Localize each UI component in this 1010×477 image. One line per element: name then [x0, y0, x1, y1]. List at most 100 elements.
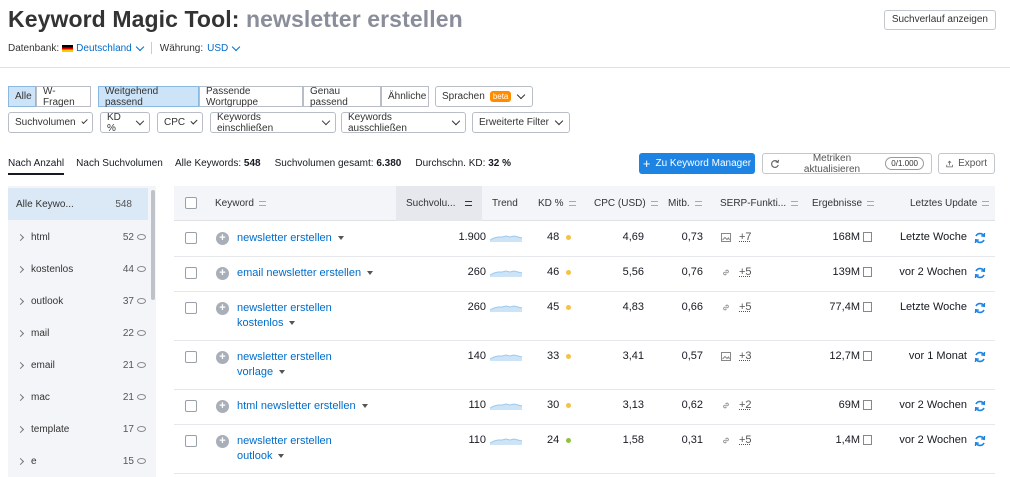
eye-icon[interactable] — [137, 426, 146, 432]
sidebar-item-count: 37 — [122, 295, 134, 307]
serp-snapshot-icon[interactable] — [863, 400, 872, 411]
serp-snapshot-icon[interactable] — [863, 351, 872, 362]
cpc-filter-dropdown[interactable]: CPC — [157, 112, 203, 133]
tab-by-volume[interactable]: Nach Suchvolumen — [76, 158, 163, 175]
keyword-cell: email newsletter erstellen — [237, 266, 374, 281]
serp-features-count[interactable]: +2 — [739, 399, 752, 411]
serp-features-count[interactable]: +7 — [739, 231, 752, 243]
row-checkbox[interactable] — [185, 400, 197, 412]
sidebar-item-mac[interactable]: mac 21 — [8, 381, 148, 413]
currency-selector[interactable]: USD — [207, 42, 241, 54]
keyword-link[interactable]: email newsletter erstellen — [237, 267, 361, 279]
sidebar-item-html[interactable]: html 52 — [8, 221, 148, 253]
serp-snapshot-icon[interactable] — [863, 435, 872, 446]
serp-snapshot-icon[interactable] — [863, 302, 872, 313]
row-checkbox[interactable] — [185, 435, 197, 447]
match-related-button[interactable]: Ähnliche — [381, 86, 429, 107]
eye-icon[interactable] — [137, 362, 146, 368]
keyword-link[interactable]: newsletter erstellen — [237, 351, 332, 363]
filter-questions-button[interactable]: W-Fragen — [36, 86, 91, 108]
refresh-icon[interactable] — [974, 267, 986, 279]
advanced-filters-dropdown[interactable]: Erweiterte Filter — [472, 112, 570, 133]
row-checkbox[interactable] — [185, 302, 197, 314]
eye-icon[interactable] — [137, 394, 146, 400]
sidebar-item-all[interactable]: Alle Keywo... 548 — [8, 188, 148, 220]
eye-icon[interactable] — [137, 458, 146, 464]
column-kd[interactable]: KD % — [538, 186, 576, 221]
eye-icon[interactable] — [137, 234, 146, 240]
exclude-keywords-dropdown[interactable]: Keywords ausschließen — [341, 112, 466, 134]
sidebar-item-e[interactable]: e 15 — [8, 445, 148, 477]
include-keywords-dropdown[interactable]: Keywords einschließen — [210, 112, 336, 134]
add-keyword-icon[interactable]: + — [216, 435, 229, 448]
competition-cell: 0,76 — [681, 266, 703, 278]
refresh-icon[interactable] — [974, 351, 986, 363]
sidebar-scrollbar[interactable] — [151, 190, 155, 300]
refresh-icon[interactable] — [974, 302, 986, 314]
serp-snapshot-icon[interactable] — [863, 232, 872, 243]
serp-features-count[interactable]: +5 — [739, 301, 752, 313]
chevron-down-icon[interactable] — [289, 321, 296, 326]
chevron-down-icon[interactable] — [337, 236, 344, 241]
keyword-link-line2[interactable]: outlook — [237, 450, 272, 462]
match-exact-button[interactable]: Genau passend — [303, 86, 381, 108]
column-competition[interactable]: Mitb. — [668, 186, 702, 221]
add-keyword-icon[interactable]: + — [216, 267, 229, 280]
export-button[interactable]: Export — [938, 153, 995, 174]
header-divider — [0, 67, 1010, 68]
column-keyword[interactable]: Keyword — [215, 186, 266, 221]
add-keyword-icon[interactable]: + — [216, 351, 229, 364]
column-last-update[interactable]: Letztes Update — [910, 186, 990, 221]
refresh-icon[interactable] — [974, 400, 986, 412]
chevron-down-icon[interactable] — [279, 370, 286, 375]
row-checkbox[interactable] — [185, 351, 197, 363]
column-serp-features[interactable]: SERP-Funkti... — [720, 186, 799, 221]
keyword-link[interactable]: newsletter erstellen — [237, 435, 332, 447]
eye-icon[interactable] — [137, 298, 146, 304]
chevron-down-icon[interactable] — [361, 404, 368, 409]
kd-filter-dropdown[interactable]: KD % — [100, 112, 150, 134]
column-cpc[interactable]: CPC (USD) — [594, 186, 658, 221]
sidebar-item-email[interactable]: email 21 — [8, 349, 148, 381]
serp-features-count[interactable]: +5 — [739, 434, 752, 446]
volume-filter-dropdown[interactable]: Suchvolumen — [8, 112, 93, 133]
refresh-icon[interactable] — [974, 435, 986, 447]
keyword-link[interactable]: html newsletter erstellen — [237, 400, 356, 412]
eye-icon[interactable] — [137, 330, 146, 336]
sidebar-item-mail[interactable]: mail 22 — [8, 317, 148, 349]
tab-by-count[interactable]: Nach Anzahl — [8, 158, 65, 175]
serp-features-count[interactable]: +3 — [739, 350, 752, 362]
sidebar-item-label: outlook — [31, 295, 64, 307]
search-history-button[interactable]: Suchverlauf anzeigen — [883, 10, 996, 30]
volume-cell: 140 — [467, 350, 486, 362]
match-phrase-button[interactable]: Passende Wortgruppe — [199, 86, 303, 108]
add-keyword-icon[interactable]: + — [216, 400, 229, 413]
sidebar-item-outlook[interactable]: outlook 37 — [8, 285, 148, 317]
serp-features-count[interactable]: +5 — [739, 266, 752, 278]
column-results[interactable]: Ergebnisse — [812, 186, 875, 221]
select-all-checkbox[interactable] — [185, 197, 197, 209]
add-to-keyword-manager-button[interactable]: + Zu Keyword Manager — [639, 153, 755, 174]
serp-snapshot-icon[interactable] — [863, 267, 872, 278]
refresh-icon[interactable] — [974, 232, 986, 244]
add-keyword-icon[interactable]: + — [216, 302, 229, 315]
eye-icon[interactable] — [137, 266, 146, 272]
languages-dropdown[interactable]: Sprachen beta — [435, 86, 533, 107]
sidebar-item-kostenlos[interactable]: kostenlos 44 — [8, 253, 148, 285]
database-selector[interactable]: Deutschland — [76, 42, 144, 54]
chevron-down-icon[interactable] — [367, 271, 374, 276]
match-broad-button[interactable]: Weitgehend passend — [98, 86, 199, 108]
keyword-link[interactable]: newsletter erstellen — [237, 302, 332, 314]
add-keyword-icon[interactable]: + — [216, 232, 229, 245]
image-icon — [721, 233, 731, 242]
chevron-down-icon[interactable] — [278, 454, 285, 459]
row-checkbox[interactable] — [185, 232, 197, 244]
filter-all-button[interactable]: Alle — [8, 86, 36, 107]
row-checkbox[interactable] — [185, 267, 197, 279]
keyword-link[interactable]: newsletter erstellen — [237, 232, 332, 244]
sidebar-item-template[interactable]: template 17 — [8, 413, 148, 445]
keyword-link-line2[interactable]: vorlage — [237, 366, 273, 378]
update-metrics-button[interactable]: Metriken aktualisieren 0/1.000 — [762, 153, 932, 175]
keyword-link-line2[interactable]: kostenlos — [237, 317, 283, 329]
column-volume[interactable]: Suchvolu... — [396, 186, 482, 221]
